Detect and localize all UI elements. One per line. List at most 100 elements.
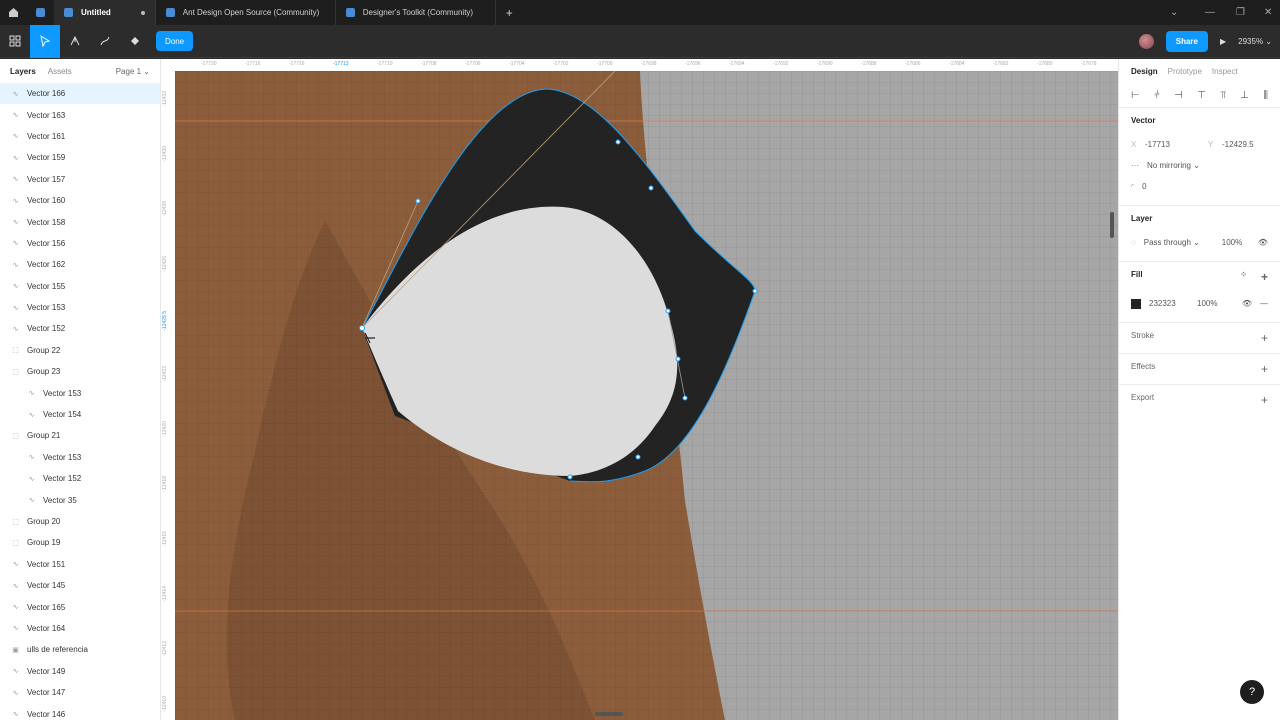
anchor-point[interactable] — [675, 356, 681, 362]
layer-row[interactable]: ∿ Vector 165 — [0, 596, 160, 617]
layer-row[interactable]: ∿ Vector 161 — [0, 126, 160, 147]
layer-row[interactable]: ⬚ Group 19 — [0, 532, 160, 553]
layer-row[interactable]: ∿ Vector 153 — [0, 447, 160, 468]
minimize-icon[interactable]: — — [1205, 0, 1215, 25]
align-center-h-icon[interactable]: ⫩ — [1154, 90, 1160, 101]
paint-bucket-icon[interactable] — [120, 25, 150, 58]
pencil-tool-icon[interactable] — [90, 25, 120, 58]
canvas[interactable]: -17720 -17716 -17716 -17713 -17710 -17708 -177… — [161, 59, 1118, 720]
tab-inspect[interactable]: Inspect — [1212, 67, 1238, 76]
drafts-tab[interactable] — [27, 0, 54, 25]
vector-icon: ∿ — [12, 304, 19, 312]
align-center-v-icon[interactable]: ⫪ — [1220, 90, 1226, 101]
layer-row[interactable]: ∿ Vector 159 — [0, 147, 160, 168]
layer-row[interactable]: ∿ Vector 152 — [0, 318, 160, 339]
tab-layers[interactable]: Layers — [10, 67, 36, 76]
maximize-icon[interactable]: ❐ — [1236, 0, 1245, 25]
tabs-chevron-icon[interactable]: ⌄ — [1170, 0, 1178, 25]
align-left-icon[interactable]: ⊢ — [1131, 90, 1140, 101]
fill-opacity-input[interactable]: 100% — [1197, 299, 1217, 308]
anchor-point[interactable] — [615, 139, 621, 145]
layer-row[interactable]: ∿ Vector 151 — [0, 554, 160, 575]
page-selector[interactable]: Page 1 ⌄ — [116, 67, 150, 76]
layer-row[interactable]: ∿ Vector 145 — [0, 575, 160, 596]
home-icon[interactable] — [0, 0, 27, 25]
present-play-icon[interactable]: ▶ — [1220, 37, 1226, 46]
layer-row[interactable]: ∿ Vector 146 — [0, 703, 160, 720]
vertical-scrollbar[interactable] — [1110, 212, 1114, 238]
tab-prototype[interactable]: Prototype — [1168, 67, 1202, 76]
mirroring-select[interactable]: No mirroring ⌄ — [1147, 161, 1200, 170]
layer-row[interactable]: ∿ Vector 152 — [0, 468, 160, 489]
anchor-point[interactable] — [635, 454, 641, 460]
eye-icon[interactable]: 👁 — [1242, 299, 1252, 308]
anchor-point[interactable] — [567, 474, 573, 480]
layer-row[interactable]: ⬚ Group 23 — [0, 361, 160, 382]
pen-tool-icon[interactable] — [60, 25, 90, 58]
y-input[interactable]: -12429.5 — [1222, 140, 1254, 149]
layer-row[interactable]: ∿ Vector 162 — [0, 254, 160, 275]
fill-hex-input[interactable]: 232323 — [1149, 299, 1189, 308]
close-icon[interactable]: ✕ — [1264, 0, 1272, 25]
layer-row[interactable]: ∿ Vector 157 — [0, 169, 160, 190]
anchor-point[interactable] — [682, 395, 688, 401]
layer-row[interactable]: ∿ Vector 160 — [0, 190, 160, 211]
add-stroke-icon[interactable]: + — [1261, 331, 1268, 345]
zoom-menu[interactable]: 2935% ⌄ — [1238, 37, 1272, 46]
canvas-artwork[interactable] — [175, 71, 1118, 720]
remove-fill-icon[interactable]: — — [1260, 299, 1268, 308]
eye-icon[interactable]: 👁 — [1258, 238, 1268, 247]
layer-row[interactable]: ∿ Vector 163 — [0, 104, 160, 125]
layer-row[interactable]: ∿ Vector 154 — [0, 404, 160, 425]
align-top-icon[interactable]: ⊤ — [1197, 90, 1206, 101]
layer-row[interactable]: ⬚ Group 21 — [0, 425, 160, 446]
align-bottom-icon[interactable]: ⊥ — [1240, 90, 1249, 101]
layer-row[interactable]: ⬚ Group 20 — [0, 511, 160, 532]
tab-ant-design[interactable]: Ant Design Open Source (Community) — [156, 0, 336, 25]
ruler-tick-label: -17713 — [333, 61, 349, 67]
fill-swatch[interactable] — [1131, 298, 1141, 309]
layer-row[interactable]: ∿ Vector 153 — [0, 297, 160, 318]
add-export-icon[interactable]: + — [1261, 393, 1268, 407]
x-input[interactable]: -17713 — [1145, 140, 1200, 149]
corner-radius-input[interactable]: 0 — [1142, 182, 1146, 191]
layer-row[interactable]: ∿ Vector 149 — [0, 661, 160, 682]
done-button[interactable]: Done — [156, 31, 194, 51]
layer-row[interactable]: ∿ Vector 35 — [0, 489, 160, 510]
tab-design[interactable]: Design — [1131, 67, 1158, 76]
layer-row[interactable]: ∿ Vector 166 — [0, 83, 160, 105]
align-right-icon[interactable]: ⊣ — [1174, 90, 1183, 101]
avatar[interactable] — [1138, 34, 1154, 49]
move-tool-icon[interactable] — [30, 24, 60, 58]
anchor-point[interactable] — [665, 308, 671, 314]
help-button[interactable]: ? — [1240, 680, 1264, 704]
layer-row[interactable]: ∿ Vector 156 — [0, 233, 160, 254]
layer-row[interactable]: ∿ Vector 155 — [0, 276, 160, 297]
share-button[interactable]: Share — [1165, 31, 1208, 52]
layer-row[interactable]: ∿ Vector 158 — [0, 211, 160, 232]
styles-icon[interactable]: ⁘ — [1240, 270, 1247, 284]
new-tab-plus-icon[interactable]: + — [496, 0, 523, 25]
tab-assets[interactable]: Assets — [48, 67, 72, 76]
anchor-point[interactable] — [752, 288, 758, 294]
tab-designers-toolkit[interactable]: Designer's Toolkit (Community) — [336, 0, 496, 25]
layer-row[interactable]: ▣ ulls de referencia — [0, 639, 160, 660]
layer-row[interactable]: ∿ Vector 164 — [0, 618, 160, 639]
tab-untitled[interactable]: Untitled — [54, 0, 156, 25]
horizontal-scrollbar[interactable] — [595, 712, 623, 716]
layer-row[interactable]: ∿ Vector 153 — [0, 382, 160, 403]
layer-opacity-input[interactable]: 100% — [1222, 238, 1242, 247]
blend-mode-select[interactable]: Pass through ⌄ — [1144, 238, 1214, 247]
group-icon: ⬚ — [12, 539, 19, 547]
anchor-point[interactable] — [359, 325, 365, 331]
group-icon: ⬚ — [12, 347, 19, 355]
layer-label: Vector 160 — [27, 196, 66, 206]
add-fill-icon[interactable]: + — [1261, 270, 1268, 284]
anchor-point[interactable] — [415, 198, 421, 204]
add-effect-icon[interactable]: + — [1261, 362, 1268, 376]
layer-row[interactable]: ⬚ Group 22 — [0, 340, 160, 361]
layer-row[interactable]: ∿ Vector 147 — [0, 682, 160, 703]
distribute-icon[interactable]: ⫼ — [1263, 90, 1268, 101]
anchor-point[interactable] — [648, 185, 654, 191]
main-menu-icon[interactable] — [0, 25, 30, 58]
